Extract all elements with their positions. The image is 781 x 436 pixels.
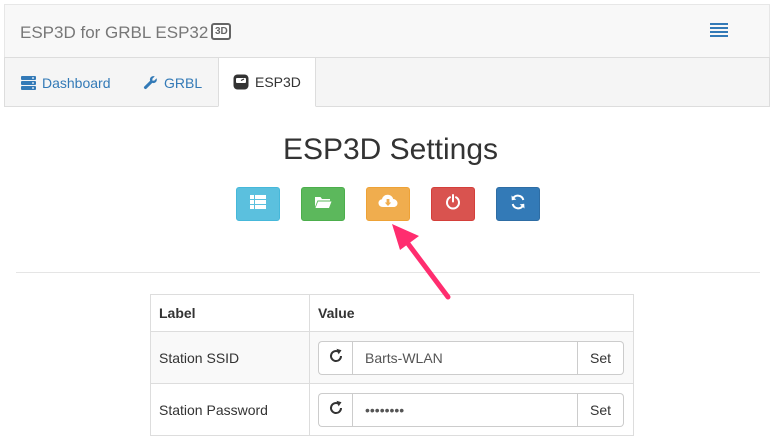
download-settings-button[interactable] <box>366 187 410 221</box>
column-header-value: Value <box>309 294 634 332</box>
refresh-icon <box>328 348 344 367</box>
esp3d-device-icon <box>233 74 249 90</box>
tab-esp3d[interactable]: ESP3D <box>218 57 316 107</box>
station-password-input[interactable] <box>352 392 578 427</box>
tab-dashboard-label: Dashboard <box>42 74 111 91</box>
setting-label: Station Password <box>150 383 310 436</box>
tab-dashboard[interactable]: Dashboard <box>21 58 111 107</box>
table-header-row: Label Value <box>150 294 634 332</box>
column-header-label: Label <box>150 294 310 332</box>
refresh-button[interactable] <box>496 187 540 221</box>
reload-value-button[interactable] <box>318 392 352 427</box>
setting-label: Station SSID <box>150 331 310 384</box>
page-title: ESP3D Settings <box>282 133 499 166</box>
set-station-password-button[interactable]: Set <box>578 392 624 427</box>
table-row: Station Password Set <box>150 383 634 436</box>
hamburger-menu-icon[interactable] <box>710 23 728 39</box>
server-icon <box>21 75 36 90</box>
refresh-icon <box>510 194 526 215</box>
folder-open-icon <box>314 195 332 214</box>
setting-value-cell: Set <box>309 331 634 384</box>
set-station-ssid-button[interactable]: Set <box>578 340 624 375</box>
refresh-icon <box>328 400 344 419</box>
tab-grbl[interactable]: GRBL <box>143 58 202 107</box>
wrench-icon <box>143 75 158 90</box>
top-navbar: ESP3D for GRBL ESP32 3D <box>4 4 770 57</box>
reload-value-button[interactable] <box>318 340 352 375</box>
tab-grbl-label: GRBL <box>164 74 203 91</box>
cloud-download-icon <box>378 194 398 214</box>
main-tabs: Dashboard GRBL ESP3D <box>4 57 770 107</box>
restart-button[interactable] <box>431 187 475 221</box>
station-ssid-input[interactable] <box>352 340 578 375</box>
open-file-button[interactable] <box>301 187 345 221</box>
list-icon <box>250 194 266 214</box>
settings-table: Label Value Station SSID Barts-WLAN Set … <box>150 294 634 436</box>
setting-input-group: Set <box>318 392 624 427</box>
list-settings-button[interactable] <box>236 187 280 221</box>
table-row: Station SSID Set <box>150 331 634 384</box>
brand-3d-badge: 3D <box>211 22 232 40</box>
app-brand[interactable]: ESP3D for GRBL ESP32 3D <box>20 22 232 43</box>
power-icon <box>445 193 461 215</box>
brand-title: ESP3D for GRBL ESP32 <box>20 23 209 42</box>
setting-value-cell: Set <box>309 383 634 436</box>
tab-esp3d-label: ESP3D <box>255 74 301 90</box>
section-divider <box>16 272 760 273</box>
setting-input-group: Set <box>318 340 624 375</box>
